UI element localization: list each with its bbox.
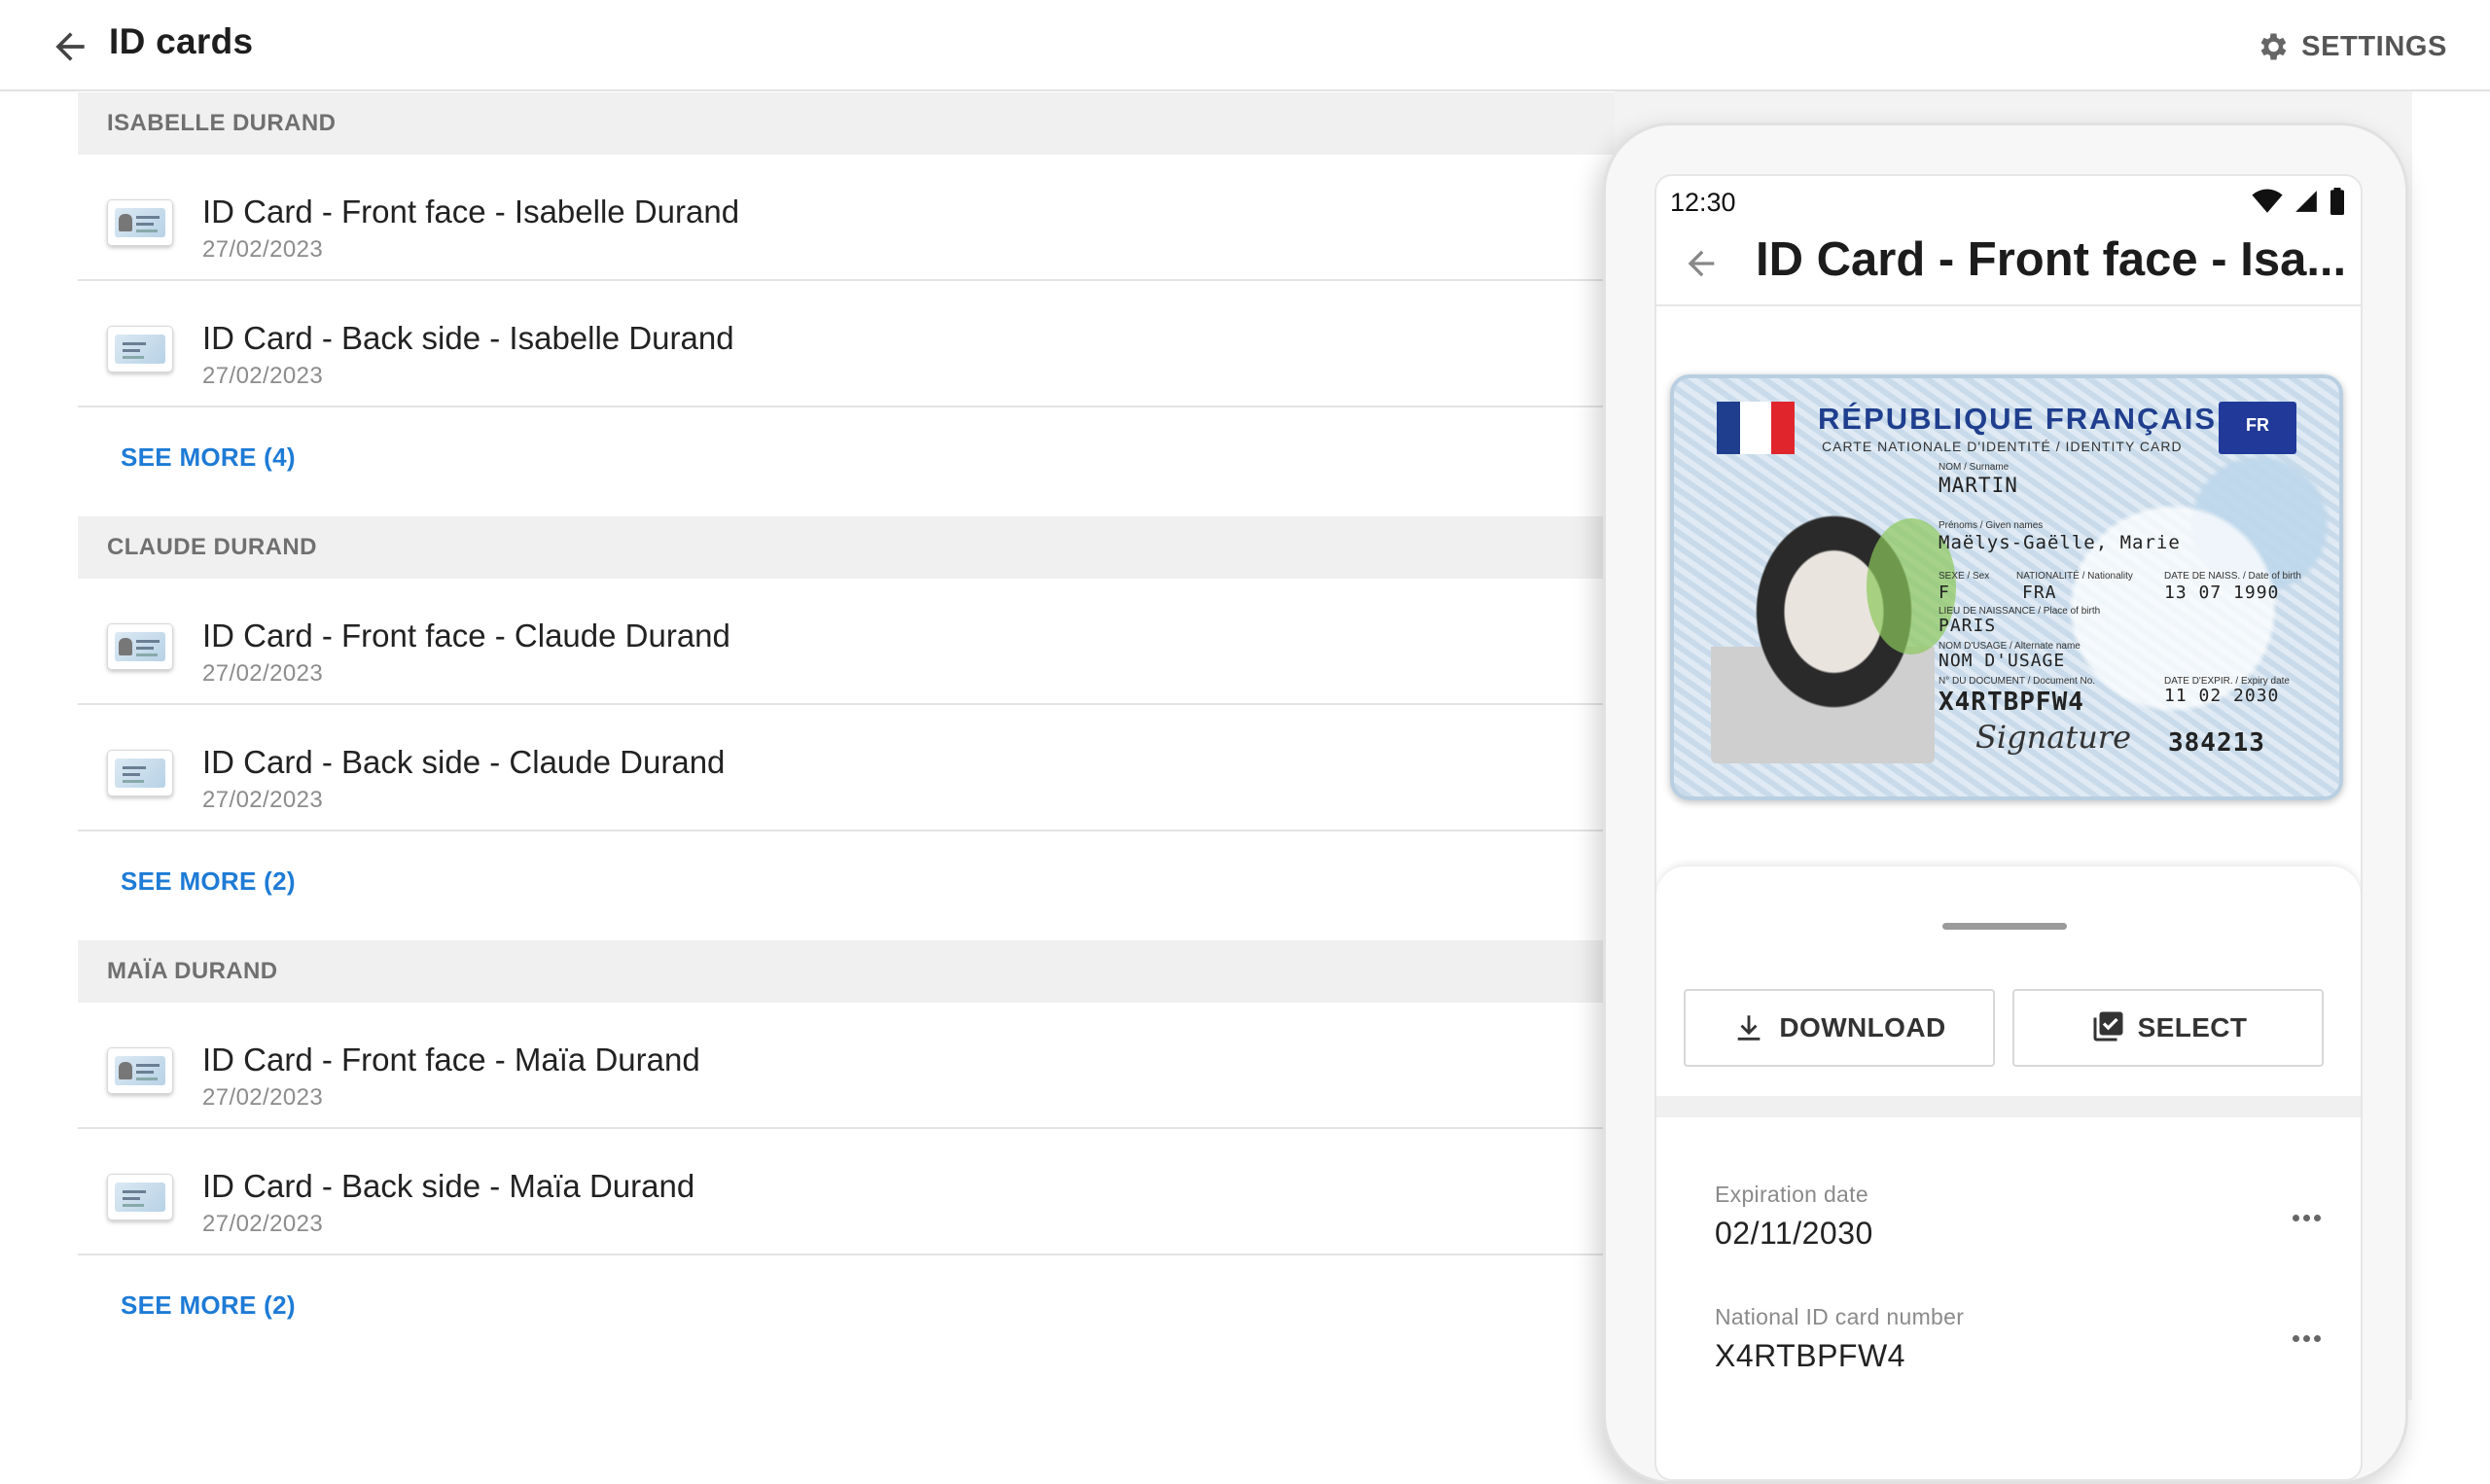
item-title: ID Card - Back side - Isabelle Durand: [202, 320, 734, 356]
item-date: 27/02/2023: [202, 1211, 324, 1237]
back-arrow-icon[interactable]: [49, 25, 91, 68]
see-more-link[interactable]: SEE MORE (4): [78, 407, 1615, 507]
gear-icon: [2260, 33, 2287, 60]
settings-label: SETTINGS: [2301, 30, 2447, 62]
field-label: Expiration date: [1715, 1182, 1868, 1207]
card-sex: F: [1939, 583, 1950, 603]
select-button[interactable]: SELECT: [2012, 989, 2324, 1067]
card-usage-name: NOM D'USAGE: [1939, 651, 2066, 671]
item-date: 27/02/2023: [202, 660, 324, 687]
more-options-icon[interactable]: [2293, 1209, 2331, 1228]
select-label: SELECT: [2137, 1012, 2248, 1042]
card-label: Prénoms / Given names: [1939, 520, 2044, 531]
card-surname: MARTIN: [1939, 474, 2018, 497]
wifi-icon: [2252, 189, 2283, 213]
item-date: 27/02/2023: [202, 1084, 324, 1111]
id-card-thumbnail: [107, 199, 173, 246]
card-birth-place: PARIS: [1939, 616, 1997, 636]
id-card-thumbnail: [107, 750, 173, 796]
group-header: ISABELLE DURAND: [78, 92, 1615, 155]
card-republic: RÉPUBLIQUE FRANÇAISE: [1818, 402, 2239, 436]
list-item[interactable]: ID Card - Back side - Claude Durand 27/0…: [78, 705, 1615, 831]
card-nationality: FRA: [2022, 583, 2057, 603]
page-title: ID cards: [109, 21, 254, 61]
item-title: ID Card - Back side - Claude Durand: [202, 744, 726, 780]
list-item[interactable]: ID Card - Back side - Isabelle Durand 27…: [78, 281, 1615, 407]
field-value: X4RTBPFW4: [1715, 1338, 1905, 1373]
sheet-drag-handle[interactable]: [1942, 923, 2067, 930]
group-header: MAÏA DURAND: [78, 940, 1615, 1003]
download-icon: [1738, 1015, 1761, 1041]
select-checkbox-icon: [2093, 1011, 2123, 1042]
field-value: 02/11/2030: [1715, 1216, 1873, 1251]
id-card-thumbnail: [107, 326, 173, 372]
phone-screen: 12:30 ID Card - Front face - Isa... RÉPU…: [1654, 174, 2363, 1481]
card-expiry: 11 02 2030: [2164, 686, 2280, 706]
field-expiration-date: Expiration date 02/11/2030: [1715, 1182, 2298, 1252]
bottom-sheet: DOWNLOAD SELECT Expiration date 02/11/20…: [1656, 866, 2361, 1479]
card-label: NATIONALITÉ / Nationality: [2016, 571, 2133, 582]
settings-button[interactable]: SETTINGS: [2255, 25, 2447, 68]
item-title: ID Card - Front face - Maïa Durand: [202, 1042, 700, 1078]
document-title: ID Card - Front face - Isa...: [1756, 233, 2347, 286]
item-title: ID Card - Front face - Isabelle Durand: [202, 194, 740, 230]
id-card-thumbnail: [107, 1047, 173, 1094]
phone-preview: 12:30 ID Card - Front face - Isa... RÉPU…: [1603, 123, 2408, 1484]
card-label: N° DU DOCUMENT / Document No.: [1939, 676, 2096, 687]
see-more-link[interactable]: SEE MORE (2): [78, 1255, 1615, 1355]
list-item[interactable]: ID Card - Front face - Claude Durand 27/…: [78, 579, 1615, 705]
card-birth-date: 13 07 1990: [2164, 583, 2280, 603]
item-date: 27/02/2023: [202, 787, 324, 813]
id-card-image[interactable]: RÉPUBLIQUE FRANÇAISE CARTE NATIONALE D'I…: [1670, 374, 2343, 800]
card-code: 384213: [2168, 728, 2265, 758]
see-more-link[interactable]: SEE MORE (2): [78, 831, 1615, 931]
back-arrow-icon[interactable]: [1682, 244, 1721, 283]
download-label: DOWNLOAD: [1779, 1012, 1946, 1042]
eu-flag-logo: FR: [2219, 402, 2296, 454]
item-date: 27/02/2023: [202, 363, 324, 389]
signal-icon: [2295, 191, 2317, 212]
card-doc-number: X4RTBPFW4: [1939, 688, 2084, 717]
download-button[interactable]: DOWNLOAD: [1684, 989, 1995, 1067]
card-label: DATE DE NAISS. / Date of birth: [2164, 571, 2301, 582]
battery-icon: [2330, 188, 2344, 215]
status-time: 12:30: [1670, 188, 1736, 217]
id-card-thumbnail: [107, 1174, 173, 1220]
card-label: NOM / Surname: [1939, 462, 2010, 473]
field-label: National ID card number: [1715, 1304, 1965, 1329]
item-title: ID Card - Back side - Maïa Durand: [202, 1168, 695, 1204]
app-header: ID cards SETTINGS: [0, 0, 2490, 91]
card-given-names: Maëlys-Gaëlle, Marie: [1939, 532, 2181, 553]
list-item[interactable]: ID Card - Front face - Maïa Durand 27/02…: [78, 1003, 1615, 1129]
field-id-number: National ID card number X4RTBPFW4: [1715, 1304, 2298, 1374]
card-signature: Signature: [1975, 719, 2132, 756]
item-date: 27/02/2023: [202, 236, 324, 263]
id-card-thumbnail: [107, 623, 173, 670]
id-card-list: ISABELLE DURAND ID Card - Front face - I…: [78, 92, 1615, 1355]
more-options-icon[interactable]: [2293, 1329, 2331, 1349]
card-label: SEXE / Sex: [1939, 571, 1990, 582]
card-type: CARTE NATIONALE D'IDENTITÉ / IDENTITY CA…: [1822, 439, 2183, 454]
list-item[interactable]: ID Card - Front face - Isabelle Durand 2…: [78, 155, 1615, 281]
phone-app-bar: ID Card - Front face - Isa...: [1656, 230, 2361, 306]
status-bar: 12:30: [1656, 176, 2361, 230]
list-item[interactable]: ID Card - Back side - Maïa Durand 27/02/…: [78, 1129, 1615, 1255]
item-title: ID Card - Front face - Claude Durand: [202, 618, 730, 654]
group-header: CLAUDE DURAND: [78, 516, 1615, 579]
french-flag-logo: [1717, 402, 1795, 454]
